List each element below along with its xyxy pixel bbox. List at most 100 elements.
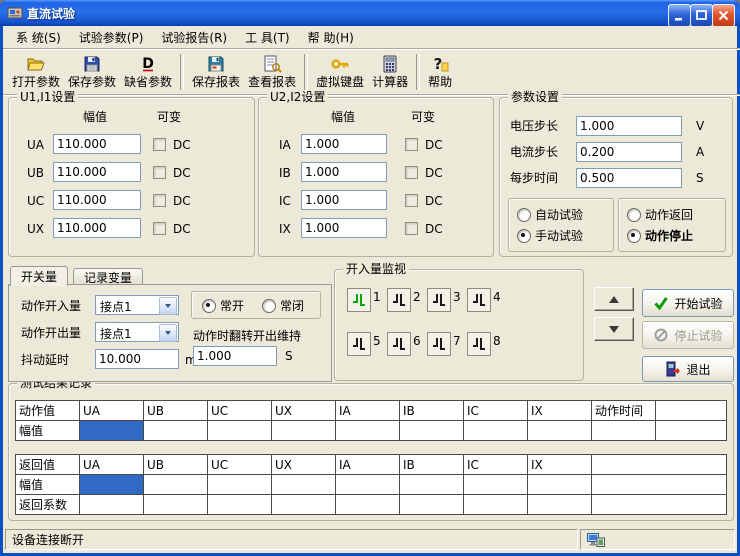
- contact-type-frame: 常开 常闭: [191, 291, 321, 319]
- table-row: 幅值: [16, 421, 727, 441]
- save-report-icon: [206, 54, 226, 75]
- view-report-button[interactable]: 查看报表: [244, 50, 300, 93]
- ux-amplitude-input[interactable]: [53, 218, 141, 238]
- voltage-step-input[interactable]: [576, 116, 682, 136]
- save-params-button[interactable]: 保存参数: [64, 50, 120, 93]
- param-settings-group: 参数设置 电压步长 V 电流步长 A 每步时间 S 自动试验 手动试验: [499, 97, 733, 257]
- tab-switch-quantity[interactable]: 开关量: [10, 266, 68, 286]
- menu-item-test-report[interactable]: 试验报告(R): [152, 26, 236, 49]
- step-down-button[interactable]: [594, 317, 634, 341]
- svg-text:?: ?: [434, 55, 443, 73]
- normally-open-radio[interactable]: 常开: [202, 297, 244, 314]
- action-return-radio[interactable]: 动作返回: [627, 206, 693, 223]
- ia-amplitude-input[interactable]: [301, 134, 387, 154]
- ua-amplitude-input[interactable]: [53, 134, 141, 154]
- contact-number: 5: [373, 334, 381, 348]
- ia-variable-checkbox[interactable]: [405, 138, 418, 151]
- app-icon: [7, 5, 23, 21]
- ub-dc-label: DC: [173, 166, 191, 180]
- ib-amplitude-input[interactable]: [301, 162, 387, 182]
- ic-variable-checkbox[interactable]: [405, 194, 418, 207]
- save-report-button[interactable]: 保存报表: [188, 50, 244, 93]
- u2-settings-title: U2,I2设置: [267, 90, 328, 105]
- minimize-button[interactable]: [668, 4, 691, 27]
- up-arrow-icon: [609, 296, 619, 303]
- default-params-icon: D: [138, 54, 158, 75]
- step-up-button[interactable]: [594, 287, 634, 311]
- uc-label: UC: [27, 194, 44, 208]
- toolbar-separator: [180, 54, 184, 90]
- menu-item-help[interactable]: 帮 助(H): [299, 26, 363, 49]
- calculator-button[interactable]: 计算器: [368, 50, 412, 93]
- contact-indicator-icon: [347, 332, 371, 356]
- calculator-icon: [380, 54, 400, 75]
- action-input-combo[interactable]: 接点1: [95, 295, 179, 315]
- step-time-unit: S: [696, 171, 704, 185]
- u1-settings-group: U1,I1设置 幅值 可变 UA DC UB DC UC DC UX DC: [8, 97, 255, 257]
- action-stop-radio[interactable]: 动作停止: [627, 227, 693, 244]
- toolbar: 打开参数 保存参数 D 缺省参数 保存报表: [3, 49, 740, 95]
- ub-variable-checkbox[interactable]: [153, 166, 166, 179]
- check-icon: [653, 295, 669, 311]
- debounce-input[interactable]: [95, 349, 179, 369]
- svg-text:D: D: [142, 56, 154, 72]
- help-icon: ?: [430, 54, 450, 75]
- table-row: 返回值 UA UB UC UX IA IB IC IX: [16, 455, 727, 475]
- virtual-keyboard-button[interactable]: 虚拟键盘: [312, 50, 368, 93]
- tab-record-variable[interactable]: 记录变量: [73, 268, 143, 285]
- exit-door-icon: [665, 361, 681, 377]
- contact-number: 8: [493, 334, 501, 348]
- uc-variable-checkbox[interactable]: [153, 194, 166, 207]
- contact-indicator-icon: [387, 332, 411, 356]
- current-step-input[interactable]: [576, 142, 682, 162]
- ux-variable-checkbox[interactable]: [153, 222, 166, 235]
- chevron-down-icon[interactable]: [159, 297, 177, 315]
- window-title: 直流试验: [27, 5, 75, 22]
- app-window: 直流试验 系 统(S) 试验参数(P) 试验报告(R) 工 具(T) 帮 助(H…: [0, 0, 740, 556]
- step-time-label: 每步时间: [510, 171, 558, 185]
- variable-column-header: 可变: [411, 110, 435, 124]
- ix-dc-label: DC: [425, 222, 443, 236]
- contact-indicator-icon: [347, 288, 371, 312]
- auto-test-radio[interactable]: 自动试验: [517, 206, 583, 223]
- action-output-label: 动作开出量: [21, 326, 81, 340]
- contact-indicator-icon: [387, 288, 411, 312]
- ua-dc-label: DC: [173, 138, 191, 152]
- manual-test-radio[interactable]: 手动试验: [517, 227, 583, 244]
- ub-amplitude-input[interactable]: [53, 162, 141, 182]
- close-button[interactable]: [712, 4, 735, 27]
- ib-variable-checkbox[interactable]: [405, 166, 418, 179]
- contact-number: 1: [373, 290, 381, 304]
- action-mode-frame: 动作返回 动作停止: [618, 198, 726, 252]
- uc-amplitude-input[interactable]: [53, 190, 141, 210]
- contact-number: 4: [493, 290, 501, 304]
- normally-closed-radio[interactable]: 常闭: [262, 297, 304, 314]
- radio-dot-icon: [627, 208, 641, 222]
- stop-icon: [653, 327, 669, 343]
- ic-amplitude-input[interactable]: [301, 190, 387, 210]
- menu-item-tools[interactable]: 工 具(T): [236, 26, 299, 49]
- exit-button[interactable]: 退出: [642, 356, 734, 382]
- maximize-button[interactable]: [690, 4, 713, 27]
- ix-amplitude-input[interactable]: [301, 218, 387, 238]
- open-folder-icon: [26, 54, 46, 75]
- hold-time-input[interactable]: [193, 346, 277, 366]
- contact-number: 7: [453, 334, 461, 348]
- contact-number: 6: [413, 334, 421, 348]
- stop-test-button[interactable]: 停止试验: [642, 321, 734, 349]
- menu-item-system[interactable]: 系 统(S): [7, 26, 70, 49]
- chevron-down-icon[interactable]: [159, 324, 177, 342]
- action-output-combo[interactable]: 接点1: [95, 322, 179, 342]
- toolbar-separator: [304, 54, 308, 90]
- ix-variable-checkbox[interactable]: [405, 222, 418, 235]
- status-panel-right: [580, 529, 735, 550]
- menu-item-test-params[interactable]: 试验参数(P): [70, 26, 153, 49]
- ua-variable-checkbox[interactable]: [153, 138, 166, 151]
- start-test-button[interactable]: 开始试验: [642, 289, 734, 317]
- step-time-input[interactable]: [576, 168, 682, 188]
- amplitude-column-header: 幅值: [331, 110, 355, 124]
- help-button[interactable]: ? 帮助: [424, 50, 456, 93]
- default-params-button[interactable]: D 缺省参数: [120, 50, 176, 93]
- open-params-button[interactable]: 打开参数: [8, 50, 64, 93]
- network-computer-icon: [587, 533, 605, 547]
